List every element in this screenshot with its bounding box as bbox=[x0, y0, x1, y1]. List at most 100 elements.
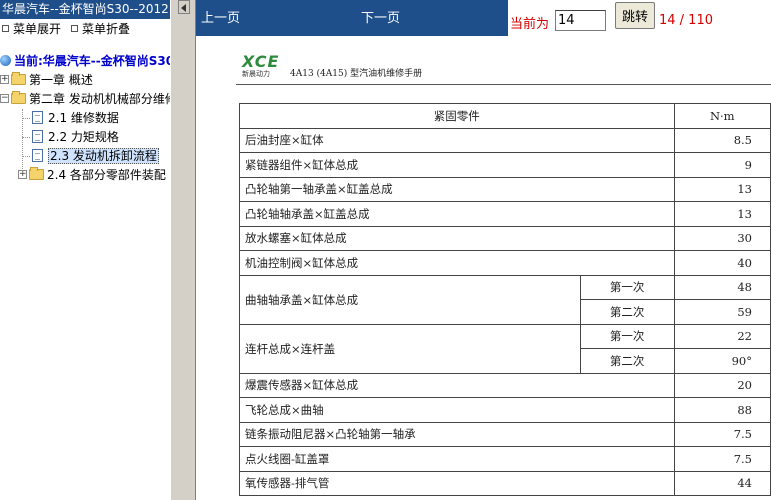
tree-item-label: 2.1 维修数据 bbox=[48, 111, 119, 125]
globe-icon bbox=[0, 55, 11, 66]
panel-title: 华晨汽车--金杯智尚S30--2012 bbox=[0, 0, 170, 19]
tree-connector bbox=[22, 137, 30, 138]
table-row: 机油控制阀×缸体总成 40 bbox=[239, 250, 771, 276]
part-cell: 凸轮轴轴承盖×缸盖总成 bbox=[239, 201, 675, 227]
tree-item-label: 第一章 概述 bbox=[29, 73, 93, 87]
current-page-label: 当前为 bbox=[510, 17, 550, 32]
header-part: 紧固零件 bbox=[239, 103, 675, 129]
table-row: 点火线圈-缸盖罩 7.5 bbox=[239, 446, 771, 472]
part-cell: 链条振动阻尼器×凸轮轴第一轴承 bbox=[239, 421, 675, 447]
current-label: 当前:华晨汽车--金杯智尚S30--2012 bbox=[14, 54, 170, 68]
collapse-square-icon bbox=[71, 25, 79, 32]
page-count: 14 / 110 bbox=[659, 13, 713, 28]
tree-item-label: 第二章 发动机机械部分维修 bbox=[29, 92, 170, 106]
value-cell: 8.5 bbox=[673, 127, 771, 153]
tree-item-2-2[interactable]: 2.2 力矩规格 bbox=[0, 128, 170, 147]
expand-square-icon bbox=[2, 25, 9, 32]
value-cell: 7.5 bbox=[673, 446, 771, 472]
tree-item-2-4[interactable]: +2.4 各部分零部件装配 bbox=[0, 166, 170, 185]
part-cell: 后油封座×缸体 bbox=[239, 127, 675, 153]
table-row: 氧传感器-排气管 44 bbox=[239, 470, 771, 496]
table-row: 曲轴轴承盖×缸体总成 第一次 48 bbox=[239, 274, 771, 325]
step-cell: 第一次 bbox=[579, 323, 675, 349]
page-navigation-bar: 上一页 下一页 当前为 跳转 14 / 110 bbox=[196, 0, 771, 36]
part-cell: 机油控制阀×缸体总成 bbox=[239, 250, 675, 276]
part-cell: 点火线圈-缸盖罩 bbox=[239, 446, 675, 472]
tree-item-chapter-1[interactable]: + 第一章 概述 bbox=[0, 71, 170, 90]
value-cell: 22 bbox=[673, 323, 771, 349]
tree-item-chapter-2[interactable]: − 第二章 发动机机械部分维修 bbox=[0, 90, 170, 109]
document-icon bbox=[32, 149, 43, 162]
tree-item-label: 2.4 各部分零部件装配 bbox=[47, 168, 166, 182]
tree-item-label-selected: 2.3 发动机拆卸流程 bbox=[48, 148, 159, 164]
table-row: 凸轮轴轴承盖×缸盖总成 13 bbox=[239, 201, 771, 227]
folder-icon bbox=[11, 72, 26, 85]
tree-item-2-3[interactable]: 2.3 发动机拆卸流程 bbox=[0, 147, 170, 166]
table-row: 链条振动阻尼器×凸轮轴第一轴承 7.5 bbox=[239, 421, 771, 447]
tree-item-2-1[interactable]: 2.1 维修数据 bbox=[0, 109, 170, 128]
expand-plus-icon[interactable]: + bbox=[0, 75, 9, 84]
part-cell: 凸轮轴第一轴承盖×缸盖总成 bbox=[239, 176, 675, 202]
table-header-row: 紧固零件 N·m bbox=[239, 103, 771, 129]
page-jump-area: 当前为 跳转 14 / 110 bbox=[508, 0, 771, 36]
part-cell: 曲轴轴承盖×缸体总成 bbox=[239, 274, 581, 325]
next-page-link[interactable]: 下一页 bbox=[361, 7, 400, 26]
menu-controls: 菜单展开 菜单折叠 bbox=[0, 19, 170, 39]
collapse-all-label: 菜单折叠 bbox=[82, 22, 131, 36]
step-cell: 第一次 bbox=[579, 274, 675, 300]
value-cell: 48 bbox=[673, 274, 771, 300]
table-row: 爆震传感器×缸体总成 20 bbox=[239, 372, 771, 398]
jump-button[interactable]: 跳转 bbox=[615, 2, 655, 29]
value-cell: 13 bbox=[673, 176, 771, 202]
part-cell: 紧链器组件×缸体总成 bbox=[239, 152, 675, 178]
value-cell: 44 bbox=[673, 470, 771, 496]
table-row: 后油封座×缸体 8.5 bbox=[239, 127, 771, 153]
part-cell: 连杆总成×连杆盖 bbox=[239, 323, 581, 374]
step-cell: 第二次 bbox=[579, 348, 675, 374]
expand-all-button[interactable]: 菜单展开 bbox=[2, 19, 61, 39]
manual-header: 4A13 (4A15) 型汽油机维修手册 bbox=[290, 69, 423, 79]
collapse-minus-icon[interactable]: − bbox=[0, 94, 9, 103]
brand-logo: XCE 新晨动力 bbox=[242, 52, 279, 79]
value-cell: 20 bbox=[673, 372, 771, 398]
table-row: 放水螺塞×缸体总成 30 bbox=[239, 225, 771, 251]
tree-connector bbox=[22, 109, 23, 173]
value-cell: 40 bbox=[673, 250, 771, 276]
open-folder-icon bbox=[11, 91, 26, 104]
page-number-input[interactable] bbox=[555, 10, 606, 31]
value-cell: 88 bbox=[673, 397, 771, 423]
step-cell: 第二次 bbox=[579, 299, 675, 325]
table-row: 凸轮轴第一轴承盖×缸盖总成 13 bbox=[239, 176, 771, 202]
expand-all-label: 菜单展开 bbox=[13, 22, 62, 36]
table-row: 连杆总成×连杆盖 第一次 22 bbox=[239, 323, 771, 374]
value-cell: 7.5 bbox=[673, 421, 771, 447]
table-row: 紧链器组件×缸体总成 9 bbox=[239, 152, 771, 178]
part-cell: 放水螺塞×缸体总成 bbox=[239, 225, 675, 251]
part-cell: 爆震传感器×缸体总成 bbox=[239, 372, 675, 398]
value-cell: 90° bbox=[673, 348, 771, 374]
document-icon bbox=[32, 111, 43, 124]
value-cell: 30 bbox=[673, 225, 771, 251]
document-page: XCE 新晨动力 4A13 (4A15) 型汽油机维修手册 紧固零件 N·m 后… bbox=[196, 36, 771, 500]
left-tree-panel: 华晨汽车--金杯智尚S30--2012 菜单展开 菜单折叠 当前:华晨汽车--金杯… bbox=[0, 0, 170, 500]
chapter-tree: 当前:华晨汽车--金杯智尚S30--2012 + 第一章 概述 − 第二章 发动机机… bbox=[0, 52, 170, 185]
document-icon bbox=[32, 130, 43, 143]
collapse-arrow-icon[interactable] bbox=[178, 0, 190, 14]
header-divider bbox=[236, 84, 771, 85]
header-unit: N·m bbox=[673, 103, 771, 129]
tree-connector bbox=[22, 118, 30, 119]
prev-page-link[interactable]: 上一页 bbox=[201, 7, 240, 26]
tree-item-label: 2.2 力矩规格 bbox=[48, 130, 119, 144]
part-cell: 飞轮总成×曲轴 bbox=[239, 397, 675, 423]
value-cell: 9 bbox=[673, 152, 771, 178]
table-row: 飞轮总成×曲轴 88 bbox=[239, 397, 771, 423]
torque-table: 紧固零件 N·m 后油封座×缸体 8.5 紧链器组件×缸体总成 9 凸轮轴第一轴承盖… bbox=[239, 103, 771, 496]
folder-icon bbox=[29, 167, 44, 180]
tree-connector bbox=[22, 156, 30, 157]
value-cell: 13 bbox=[673, 201, 771, 227]
collapse-all-button[interactable]: 菜单折叠 bbox=[71, 19, 130, 39]
value-cell: 59 bbox=[673, 299, 771, 325]
panel-splitter[interactable] bbox=[170, 0, 196, 500]
part-cell: 氧传感器-排气管 bbox=[239, 470, 675, 496]
tree-root-current[interactable]: 当前:华晨汽车--金杯智尚S30--2012 bbox=[0, 52, 170, 71]
